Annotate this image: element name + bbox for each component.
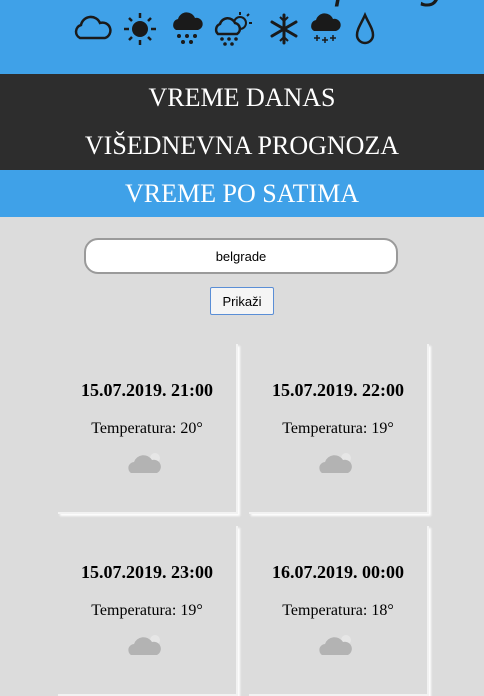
rain-cloud-icon [173,12,203,44]
sun-icon [124,13,156,45]
forecast-card: 15.07.2019. 23:00 Temperatura: 19° [58,526,238,696]
site-logo: vremenska prognoza [40,0,484,10]
raindrop-icon [355,12,375,45]
forecast-datetime: 15.07.2019. 21:00 [81,380,213,400]
sun-rain-cloud-icon [214,12,252,46]
forecast-datetime: 15.07.2019. 22:00 [272,380,404,400]
cloud-icon [74,15,112,40]
city-search-input[interactable] [84,238,398,274]
show-button[interactable]: Prikaži [210,287,274,315]
snow-cloud-icon [311,13,341,43]
forecast-card: 15.07.2019. 21:00 Temperatura: 20° [58,344,238,514]
forecast-temperature: Temperatura: 19° [91,602,203,619]
cloud-icon [319,635,352,655]
forecast-temperature: Temperatura: 18° [282,602,394,619]
forecast-temperature: Temperatura: 19° [282,420,394,437]
snowflake-icon [270,13,298,45]
nav-item-visednevna-prognoza[interactable]: VIŠEDNEVNA PROGNOZA [0,122,484,170]
cloud-icon [128,635,161,655]
forecast-card: 16.07.2019. 00:00 Temperatura: 18° [249,526,429,696]
cloud-icon [319,453,352,473]
main-nav: VREME DANAS VIŠEDNEVNA PROGNOZA VREME PO… [0,74,484,217]
forecast-datetime: 15.07.2019. 23:00 [81,562,213,582]
cloud-icon [128,453,161,473]
header: vremenska prognoza [0,0,484,74]
forecast-temperature: Temperatura: 20° [91,420,203,437]
forecast-card: 15.07.2019. 22:00 Temperatura: 19° [249,344,429,514]
forecast-datetime: 16.07.2019. 00:00 [272,562,404,582]
nav-item-vreme-po-satima[interactable]: VREME PO SATIMA [0,170,484,217]
nav-item-vreme-danas[interactable]: VREME DANAS [0,74,484,122]
